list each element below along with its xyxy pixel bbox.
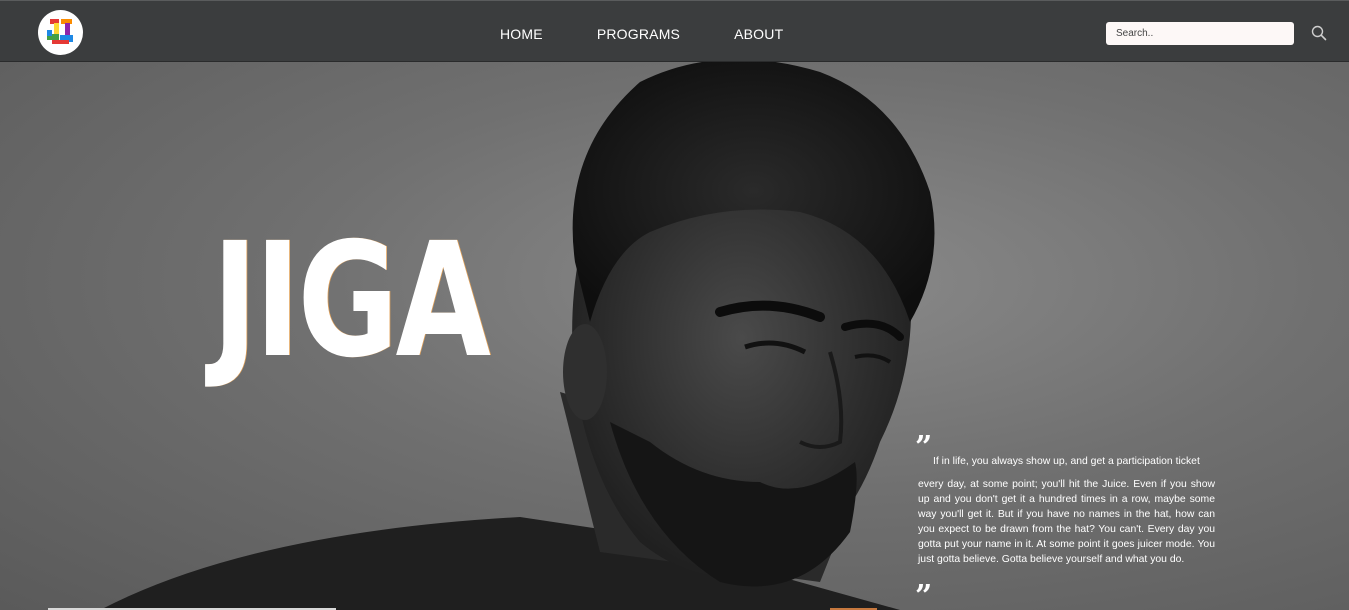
quote-first-line: If in life, you always show up, and get … bbox=[933, 456, 1200, 467]
main-nav: HOME PROGRAMS ABOUT bbox=[490, 23, 793, 45]
top-navbar: HOME PROGRAMS ABOUT bbox=[0, 0, 1349, 62]
jiga-logo-icon[interactable] bbox=[38, 10, 83, 55]
hero-section: JIGA ” If in life, you always show up, a… bbox=[0, 62, 1349, 610]
quote-close-mark: ” bbox=[915, 579, 933, 610]
nav-home-link[interactable]: HOME bbox=[490, 23, 553, 45]
quote-body: every day, at some point; you'll hit the… bbox=[918, 479, 1215, 565]
search-icon[interactable] bbox=[1310, 24, 1328, 42]
nav-about-link[interactable]: ABOUT bbox=[724, 23, 793, 45]
nav-programs-link[interactable]: PROGRAMS bbox=[587, 23, 690, 45]
hero-quote: If in life, you always show up, and get … bbox=[918, 454, 1215, 567]
search-input[interactable] bbox=[1106, 22, 1294, 45]
hero-title: JIGA bbox=[212, 209, 491, 393]
